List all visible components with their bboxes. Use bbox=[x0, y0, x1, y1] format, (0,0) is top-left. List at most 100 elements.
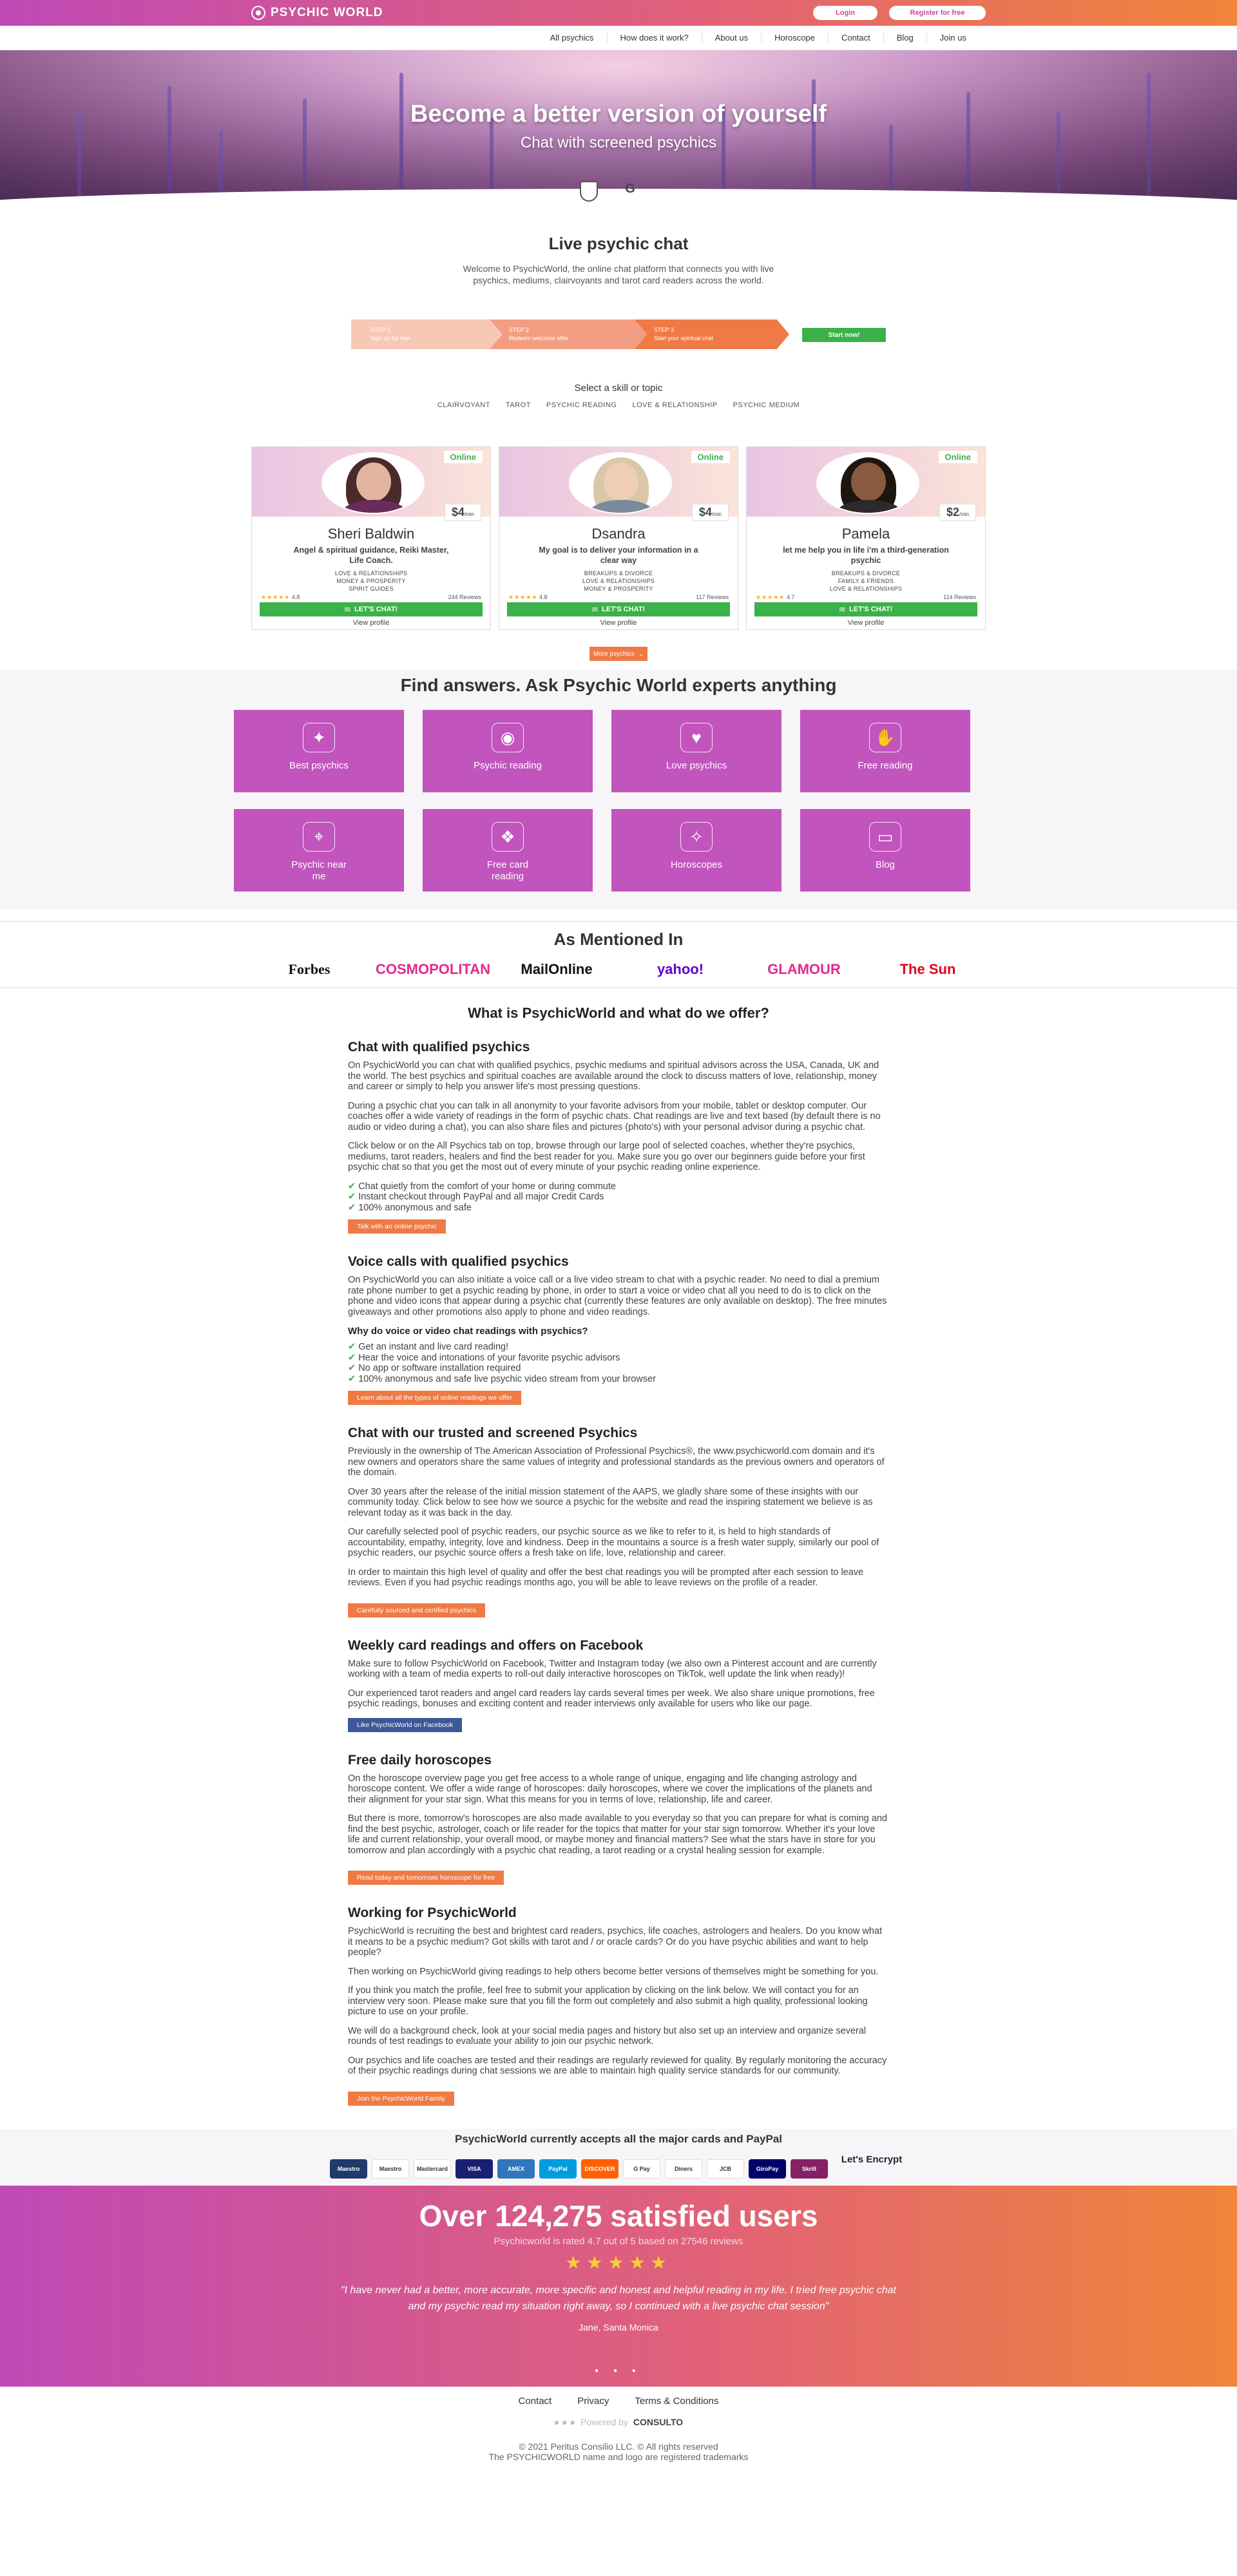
specialties: LOVE & RELATIONSHIPS MONEY & PROSPERITY … bbox=[334, 570, 408, 592]
heart-hands-icon: ♥ bbox=[680, 723, 713, 752]
tile-label: Horoscopes bbox=[670, 859, 723, 870]
topic-tile[interactable]: ◉ Psychic reading bbox=[423, 710, 593, 792]
footer-terms-link[interactable]: Terms & Conditions bbox=[635, 2396, 718, 2407]
register-button[interactable]: Register for free bbox=[889, 6, 986, 20]
lets-chat-button[interactable]: ✉ LET'S CHAT! bbox=[260, 602, 483, 616]
nav-all-psychics[interactable]: All psychics bbox=[537, 33, 607, 43]
topic-tile[interactable]: ✧ Horoscopes bbox=[611, 809, 782, 892]
paragraph: If you think you match the profile, feel… bbox=[348, 1985, 868, 2017]
topic-tile[interactable]: ❖ Free card reading bbox=[423, 809, 593, 892]
nav-about-us[interactable]: About us bbox=[701, 33, 761, 43]
psychic-card[interactable]: Online $4/min Dsandra My goal is to deli… bbox=[499, 446, 738, 630]
topic-tile[interactable]: ⌖ Psychic near me bbox=[234, 809, 404, 892]
topic-tile[interactable]: ▭ Blog bbox=[800, 809, 970, 892]
nav-join-us[interactable]: Join us bbox=[926, 33, 979, 43]
logo-icon bbox=[251, 6, 265, 20]
horoscope-button[interactable]: Read today and tomorrows horoscope for f… bbox=[348, 1871, 504, 1885]
rating-row: ★★★★★ 4.7 114 Reviews bbox=[756, 594, 976, 600]
lets-chat-button[interactable]: ✉ LET'S CHAT! bbox=[754, 602, 977, 616]
section-voice-title: Voice calls with qualified psychics bbox=[348, 1254, 569, 1269]
paragraph: PsychicWorld is recruiting the best and … bbox=[348, 1926, 883, 1958]
payment-logos: Maestro Maestro Mastercard VISA AMEX PayPal DI… bbox=[0, 2153, 1237, 2183]
login-button[interactable]: Login bbox=[813, 6, 877, 20]
avatar[interactable] bbox=[569, 452, 672, 514]
topic-tile[interactable]: ✦ Best psychics bbox=[234, 710, 404, 792]
skill-tarot[interactable]: TAROT bbox=[506, 401, 531, 409]
payment-logo: VISA bbox=[455, 2159, 493, 2179]
chat-icon: ✉ bbox=[344, 606, 351, 614]
map-icon: ⌖ bbox=[303, 822, 335, 852]
star-rating-icon: ★★★★★ bbox=[756, 594, 785, 600]
certified-psychics-button[interactable]: Carefully sourced and certified psychics bbox=[348, 1603, 486, 1617]
avatar[interactable] bbox=[321, 452, 425, 514]
consulto-logo[interactable]: CONSULTO bbox=[633, 2417, 683, 2427]
psychic-tagline: Angel & spiritual guidance, Reiki Master… bbox=[293, 546, 449, 565]
find-answers-section: Find answers. Ask Psychic World experts … bbox=[0, 670, 1237, 910]
more-psychics-button[interactable]: More psychics ⌄ bbox=[590, 647, 647, 661]
join-family-button[interactable]: Join the PsychicWorld Family bbox=[348, 2091, 454, 2106]
live-chat-title: Live psychic chat bbox=[548, 234, 689, 253]
palm-icon: ✋ bbox=[869, 723, 901, 752]
online-badge: Online bbox=[691, 451, 730, 463]
reading-types-button[interactable]: Learn about all the types of online read… bbox=[348, 1391, 521, 1405]
check-item: Get an instant and live card reading! bbox=[348, 1342, 889, 1353]
lets-encrypt-logo: Let's Encrypt bbox=[841, 2153, 903, 2165]
footer-contact-link[interactable]: Contact bbox=[519, 2396, 552, 2407]
facebook-like-button[interactable]: Like PsychicWorld on Facebook bbox=[348, 1717, 463, 1732]
lets-chat-button[interactable]: ✉ LET'S CHAT! bbox=[507, 602, 730, 616]
topic-tile[interactable]: ✋ Free reading bbox=[800, 710, 970, 792]
view-profile-link[interactable]: View profile bbox=[252, 619, 490, 627]
skill-psychic-reading[interactable]: PSYCHIC READING bbox=[546, 401, 617, 409]
online-badge: Online bbox=[938, 451, 977, 463]
carousel-dots[interactable]: ● ● ● bbox=[0, 2367, 1237, 2374]
psychic-card[interactable]: Online $2/min Pamela let me help you in … bbox=[746, 446, 986, 630]
payment-methods: PsychicWorld currently accepts all the m… bbox=[0, 2128, 1237, 2186]
review-count: 244 Reviews bbox=[448, 594, 481, 600]
psychic-name[interactable]: Pamela bbox=[747, 526, 985, 542]
nav-contact[interactable]: Contact bbox=[827, 33, 883, 43]
chat-icon: ✉ bbox=[839, 606, 846, 614]
crystal-ball-icon: ✦ bbox=[303, 723, 335, 752]
press-logo: Forbes bbox=[288, 961, 331, 977]
section-facebook-title: Weekly card readings and offers on Faceb… bbox=[348, 1637, 644, 1653]
tile-label: Free reading bbox=[858, 760, 913, 771]
about-article: What is PsychicWorld and what do we offe… bbox=[348, 988, 889, 2112]
topic-tile[interactable]: ♥ Love psychics bbox=[611, 710, 782, 792]
view-profile-link[interactable]: View profile bbox=[747, 619, 985, 627]
powered-by: ● ● ● Powered by CONSULTO bbox=[553, 2416, 684, 2427]
testimonial-quote: "I have never had a better, more accurat… bbox=[340, 2284, 897, 2312]
card-header: Online $2/min bbox=[747, 447, 985, 521]
payment-logo: AMEX bbox=[497, 2159, 535, 2179]
view-profile-link[interactable]: View profile bbox=[499, 619, 738, 627]
voice-subtitle: Why do voice or video chat readings with… bbox=[348, 1326, 588, 1337]
payment-logo: Mastercard bbox=[414, 2159, 451, 2179]
tile-label: Free card reading bbox=[486, 859, 529, 882]
nav-blog[interactable]: Blog bbox=[883, 33, 926, 43]
copyright: © 2021 Peritus Consilio LLC. © All right… bbox=[488, 2441, 749, 2462]
hero-title: Become a better version of yourself bbox=[410, 100, 827, 128]
nav-horoscope[interactable]: Horoscope bbox=[761, 33, 828, 43]
paragraph: We will do a background check, look at y… bbox=[348, 2025, 867, 2047]
avatar[interactable] bbox=[816, 452, 919, 514]
paragraph: On the horoscope overview page you get f… bbox=[348, 1773, 872, 1805]
footer-privacy-link[interactable]: Privacy bbox=[577, 2396, 609, 2407]
psychic-name[interactable]: Dsandra bbox=[499, 526, 738, 542]
chat-icon: ✉ bbox=[591, 606, 599, 614]
check-item: Chat quietly from the comfort of your ho… bbox=[348, 1181, 889, 1192]
payment-logo: G Pay bbox=[623, 2159, 660, 2179]
start-now-button[interactable]: Start now! bbox=[802, 328, 886, 342]
skill-clairvoyant[interactable]: CLAIRVOYANT bbox=[437, 401, 490, 409]
psychic-name[interactable]: Sheri Baldwin bbox=[252, 526, 490, 542]
logo[interactable]: PSYCHIC WORLD bbox=[251, 6, 383, 20]
hero-banner: Become a better version of yourself Chat… bbox=[0, 50, 1237, 208]
nav-how-it-works[interactable]: How does it work? bbox=[606, 33, 702, 43]
skill-love-relationship[interactable]: LOVE & RELATIONSHIP bbox=[632, 401, 717, 409]
press-logo: MailOnline bbox=[521, 961, 593, 977]
psychic-card[interactable]: Online $4/min Sheri Baldwin Angel & spir… bbox=[251, 446, 491, 630]
skill-psychic-medium[interactable]: PSYCHIC MEDIUM bbox=[733, 401, 800, 409]
rating-summary: Psychicworld is rated 4.7 out of 5 based… bbox=[494, 2235, 743, 2247]
talk-online-psychic-button[interactable]: Talk with an online psychic bbox=[348, 1219, 446, 1234]
social-icons[interactable]: ● ● ● bbox=[554, 2417, 575, 2427]
price-badge: $4/min bbox=[691, 504, 729, 521]
section-horoscopes-title: Free daily horoscopes bbox=[348, 1752, 492, 1768]
